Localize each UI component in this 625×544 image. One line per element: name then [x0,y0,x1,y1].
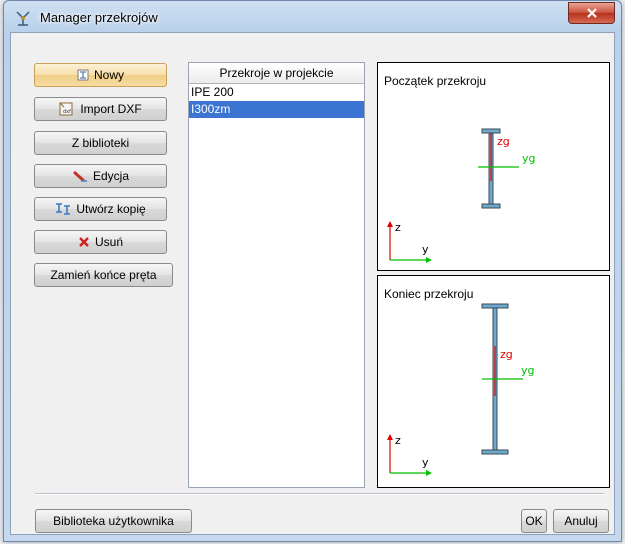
dxf-file-icon: dxf [59,102,73,116]
new-button[interactable]: Nowy [34,63,167,87]
copy-button-label: Utwórz kopię [76,202,146,216]
cancel-label: Anuluj [564,514,598,528]
list-item[interactable]: IPE 200 [189,84,364,101]
close-button[interactable] [568,2,615,24]
user-library-button[interactable]: Biblioteka użytkownika [35,509,192,533]
new-section-icon [77,69,89,81]
app-icon [16,11,30,26]
end-section-drawing: zg yg z y [387,303,535,476]
top-flange [481,303,509,309]
footer-divider [35,493,604,495]
z-axis-label: z [395,221,401,234]
delete-button-label: Usuń [94,235,123,249]
edit-button[interactable]: Edycja [34,164,167,188]
sections-list[interactable]: Przekroje w projekcie IPE 200 I300zm [188,62,365,488]
copy-button[interactable]: Utwórz kopię [34,197,167,221]
delete-button[interactable]: Usuń [34,230,167,254]
copy-icon [56,203,71,215]
swap-ends-label: Zamień końce pręta [50,268,157,282]
pencil-icon [72,170,87,182]
from-library-label: Z biblioteki [71,136,130,150]
import-dxf-button[interactable]: dxf Import DXF [34,97,167,121]
swap-ends-button[interactable]: Zamień końce pręta [34,263,173,287]
end-section-preview: Koniec przekroju zg yg z y [377,275,610,488]
bottom-flange [481,449,509,455]
window-title: Manager przekrojów [40,10,158,25]
y-axis-label: y [422,456,429,469]
dialog-window: Manager przekrojów Nowy dxf Import DXF Z… [3,0,622,542]
zg-label: zg [500,348,513,361]
start-section-drawing: zg yg z y [387,128,536,263]
list-item-selected[interactable]: I300zm [189,101,364,118]
yg-label: yg [522,152,536,165]
sections-list-header: Przekroje w projekcie [189,63,364,84]
edit-button-label: Edycja [92,169,130,183]
import-dxf-label: Import DXF [80,102,142,116]
svg-text:dxf: dxf [63,109,71,115]
new-button-label: Nowy [93,68,124,82]
bottom-flange [481,203,501,209]
dialog-content: Nowy dxf Import DXF Z biblioteki Edycja [10,32,615,535]
close-icon [586,8,597,18]
yg-label: yg [521,364,535,377]
title-bar[interactable]: Manager przekrojów [4,1,621,33]
start-section-preview: Początek przekroju zg yg z y [377,62,610,271]
from-library-button[interactable]: Z biblioteki [34,131,167,155]
y-axis-label: y [422,243,429,256]
user-library-label: Biblioteka użytkownika [53,514,174,528]
z-axis-label: z [395,434,401,447]
ok-label: OK [525,514,543,528]
cancel-button[interactable]: Anuluj [553,509,609,533]
zg-label: zg [497,135,510,148]
delete-x-icon [79,237,89,247]
top-flange [481,128,501,134]
ok-button[interactable]: OK [521,509,547,533]
